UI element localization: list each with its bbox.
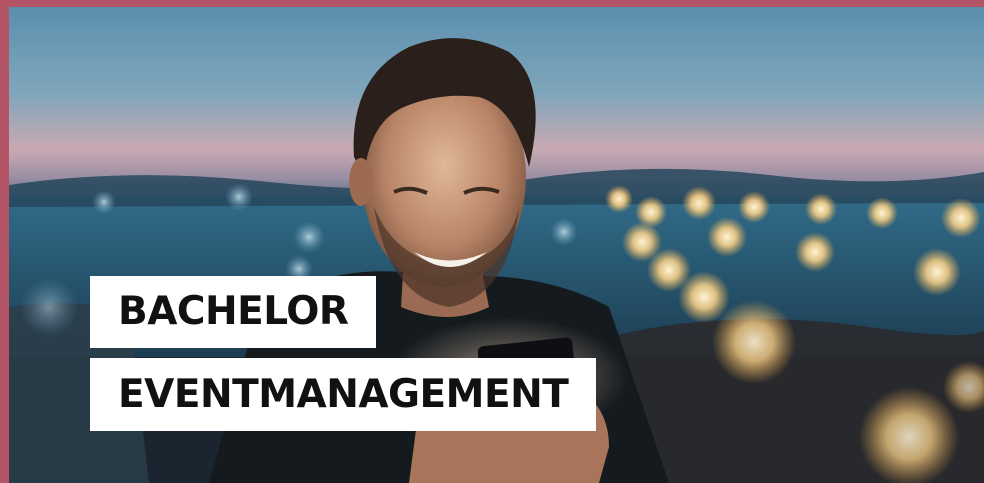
caption-bachelor: BACHELOR <box>90 276 377 348</box>
banner-frame: BACHELOR EVENTMANAGEMENT <box>0 0 984 483</box>
caption-eventmanagement: EVENTMANAGEMENT <box>90 358 597 431</box>
